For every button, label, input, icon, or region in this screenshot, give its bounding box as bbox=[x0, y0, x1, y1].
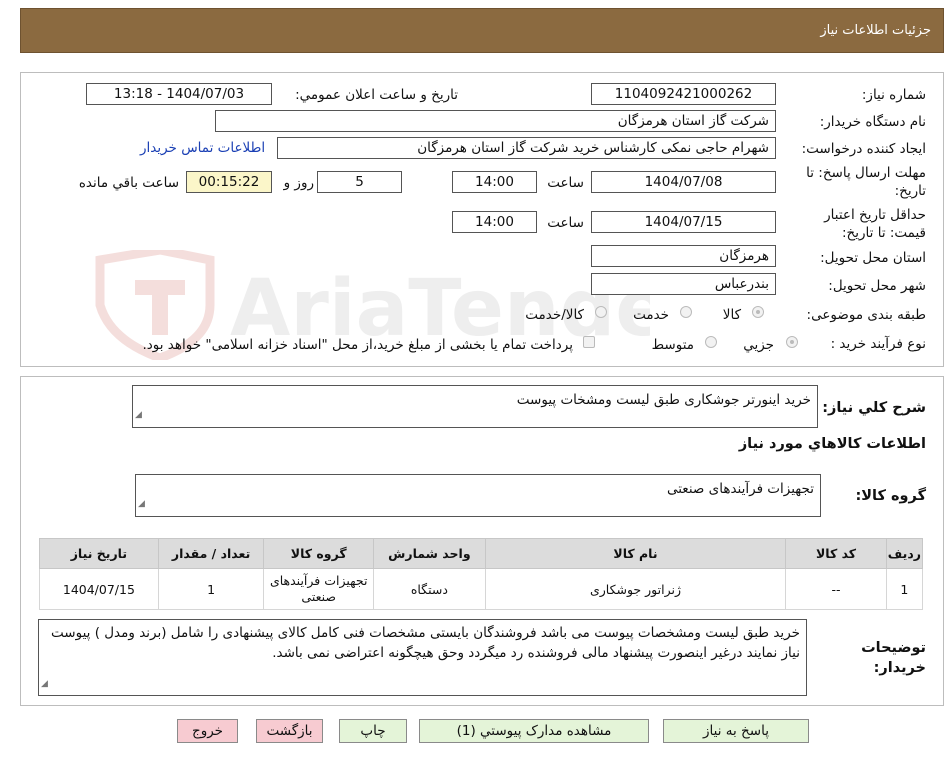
goods-group-field: تجهیزات فرآیندهای صنعتی ◢ bbox=[135, 474, 821, 517]
need-description-field: خرید اینورتر جوشکاری طبق لیست ومشخات پیو… bbox=[132, 385, 818, 428]
column-header-quantity: تعداد / مقدار bbox=[157, 538, 265, 569]
validity-label: حداقل تاريخ اعتبار قيمت: تا تاریخ: bbox=[824, 207, 926, 241]
province-label: استان محل تحويل: bbox=[820, 250, 926, 266]
unit-cell: دستگاه bbox=[373, 568, 486, 610]
reply-time-label: ساعت bbox=[547, 175, 584, 191]
view-attachments-button[interactable]: مشاهده مدارک پيوستي (1) bbox=[419, 719, 649, 743]
process-option-minor: جزیي bbox=[743, 337, 774, 353]
category-radio-goods[interactable] bbox=[752, 306, 764, 318]
print-button[interactable]: چاپ bbox=[339, 719, 407, 743]
column-header-goods-name: نام کالا bbox=[484, 538, 787, 569]
quantity-cell: 1 bbox=[157, 568, 265, 610]
reply-date-field: 1404/07/08 bbox=[591, 171, 776, 193]
need-date-cell: 1404/07/15 bbox=[39, 568, 159, 610]
creator-label: ايجاد کننده درخواست: bbox=[801, 141, 926, 157]
items-table: رديف کد کالا نام کالا واحد شمارش گروه کا… bbox=[39, 538, 924, 610]
category-option-goods: کالا bbox=[722, 307, 741, 323]
validity-time-field: 14:00 bbox=[452, 211, 537, 233]
category-option-goods-service: کالا/خدمت bbox=[525, 307, 584, 323]
category-radio-goods-service[interactable] bbox=[595, 306, 607, 318]
buyer-org-field: شرکت گاز استان هرمزگان bbox=[215, 110, 776, 132]
goods-code-cell: -- bbox=[785, 568, 887, 610]
row-number-cell: 1 bbox=[885, 568, 924, 610]
goods-group-text: تجهیزات فرآیندهای صنعتی bbox=[666, 481, 814, 497]
buyer-contact-link[interactable]: اطلاعات تماس خريدار bbox=[140, 140, 265, 156]
need-number-label: شماره نیاز: bbox=[861, 87, 926, 103]
goods-name-cell: ژنراتور جوشکاری bbox=[484, 568, 787, 610]
category-option-service: خدمت bbox=[633, 307, 669, 323]
process-radio-medium[interactable] bbox=[705, 336, 717, 348]
column-header-goods-code: کد کالا bbox=[785, 538, 887, 569]
goods-group-label: گروه کالا: bbox=[855, 488, 926, 504]
table-row: 1 -- ژنراتور جوشکاری دستگاه تجهیزات فرآی… bbox=[39, 568, 924, 610]
remaining-time-field: 00:15:22 bbox=[186, 171, 272, 193]
column-header-goods-group: گروه کالا bbox=[263, 538, 375, 569]
buyer-org-label: نام دستگاه خريدار: bbox=[819, 114, 926, 130]
items-info-title: اطلاعات کالاهاي مورد نياز bbox=[738, 436, 926, 452]
category-label: طبقه بندی موضوعی: bbox=[806, 307, 926, 323]
buyer-notes-text: خرید طبق لیست ومشخصات پیوست می باشد فروش… bbox=[51, 625, 800, 661]
need-description-text: خرید اینورتر جوشکاری طبق لیست ومشخات پیو… bbox=[516, 392, 811, 408]
goods-group-cell: تجهیزات فرآیندهای صنعتی bbox=[263, 568, 375, 610]
reply-button[interactable]: پاسخ به نياز bbox=[663, 719, 809, 743]
city-field: بندرعباس bbox=[591, 273, 776, 295]
need-number-field: 1104092421000262 bbox=[591, 83, 776, 105]
days-field: 5 bbox=[317, 171, 402, 193]
need-description-label: شرح کلي نياز: bbox=[822, 400, 926, 416]
payment-note: پرداخت تمام يا بخشی از مبلغ خريد،از محل … bbox=[142, 337, 573, 353]
creator-field: شهرام حاجی نمکی کارشناس خرید شرکت گاز اس… bbox=[277, 137, 776, 159]
remaining-label: ساعت باقي مانده bbox=[78, 175, 179, 191]
resize-grip-icon[interactable]: ◢ bbox=[138, 493, 145, 515]
announce-field: 1404/07/03 - 13:18 bbox=[86, 83, 272, 105]
validity-time-label: ساعت bbox=[547, 215, 584, 231]
resize-grip-icon[interactable]: ◢ bbox=[135, 404, 142, 426]
process-radio-minor[interactable] bbox=[786, 336, 798, 348]
column-header-row-number: رديف bbox=[885, 538, 924, 569]
reply-deadline-label: مهلت ارسال پاسخ: تا تاریخ: bbox=[806, 165, 926, 199]
category-radio-service[interactable] bbox=[680, 306, 692, 318]
announce-label: تاریخ و ساعت اعلان عمومي: bbox=[295, 87, 458, 103]
buyer-notes-field: خرید طبق لیست ومشخصات پیوست می باشد فروش… bbox=[38, 619, 807, 696]
exit-button[interactable]: خروج bbox=[177, 719, 238, 743]
resize-grip-icon[interactable]: ◢ bbox=[41, 674, 48, 694]
back-button[interactable]: بازگشت bbox=[256, 719, 323, 743]
column-header-need-date: تاريخ نياز bbox=[39, 538, 159, 569]
city-label: شهر محل تحويل: bbox=[828, 278, 926, 294]
validity-date-field: 1404/07/15 bbox=[591, 211, 776, 233]
province-field: هرمزگان bbox=[591, 245, 776, 267]
reply-time-field: 14:00 bbox=[452, 171, 537, 193]
table-header-row: رديف کد کالا نام کالا واحد شمارش گروه کا… bbox=[39, 538, 924, 569]
process-label: نوع فرآيند خريد : bbox=[830, 336, 926, 352]
days-label: روز و bbox=[283, 175, 314, 191]
page-header: جزئیات اطلاعات نیاز bbox=[20, 8, 944, 53]
column-header-unit: واحد شمارش bbox=[373, 538, 486, 569]
page-title: جزئیات اطلاعات نیاز bbox=[820, 23, 931, 38]
buyer-notes-label: توضيحات خريدار: bbox=[861, 640, 926, 676]
process-option-medium: متوسط bbox=[651, 337, 694, 353]
payment-checkbox[interactable] bbox=[583, 336, 595, 348]
